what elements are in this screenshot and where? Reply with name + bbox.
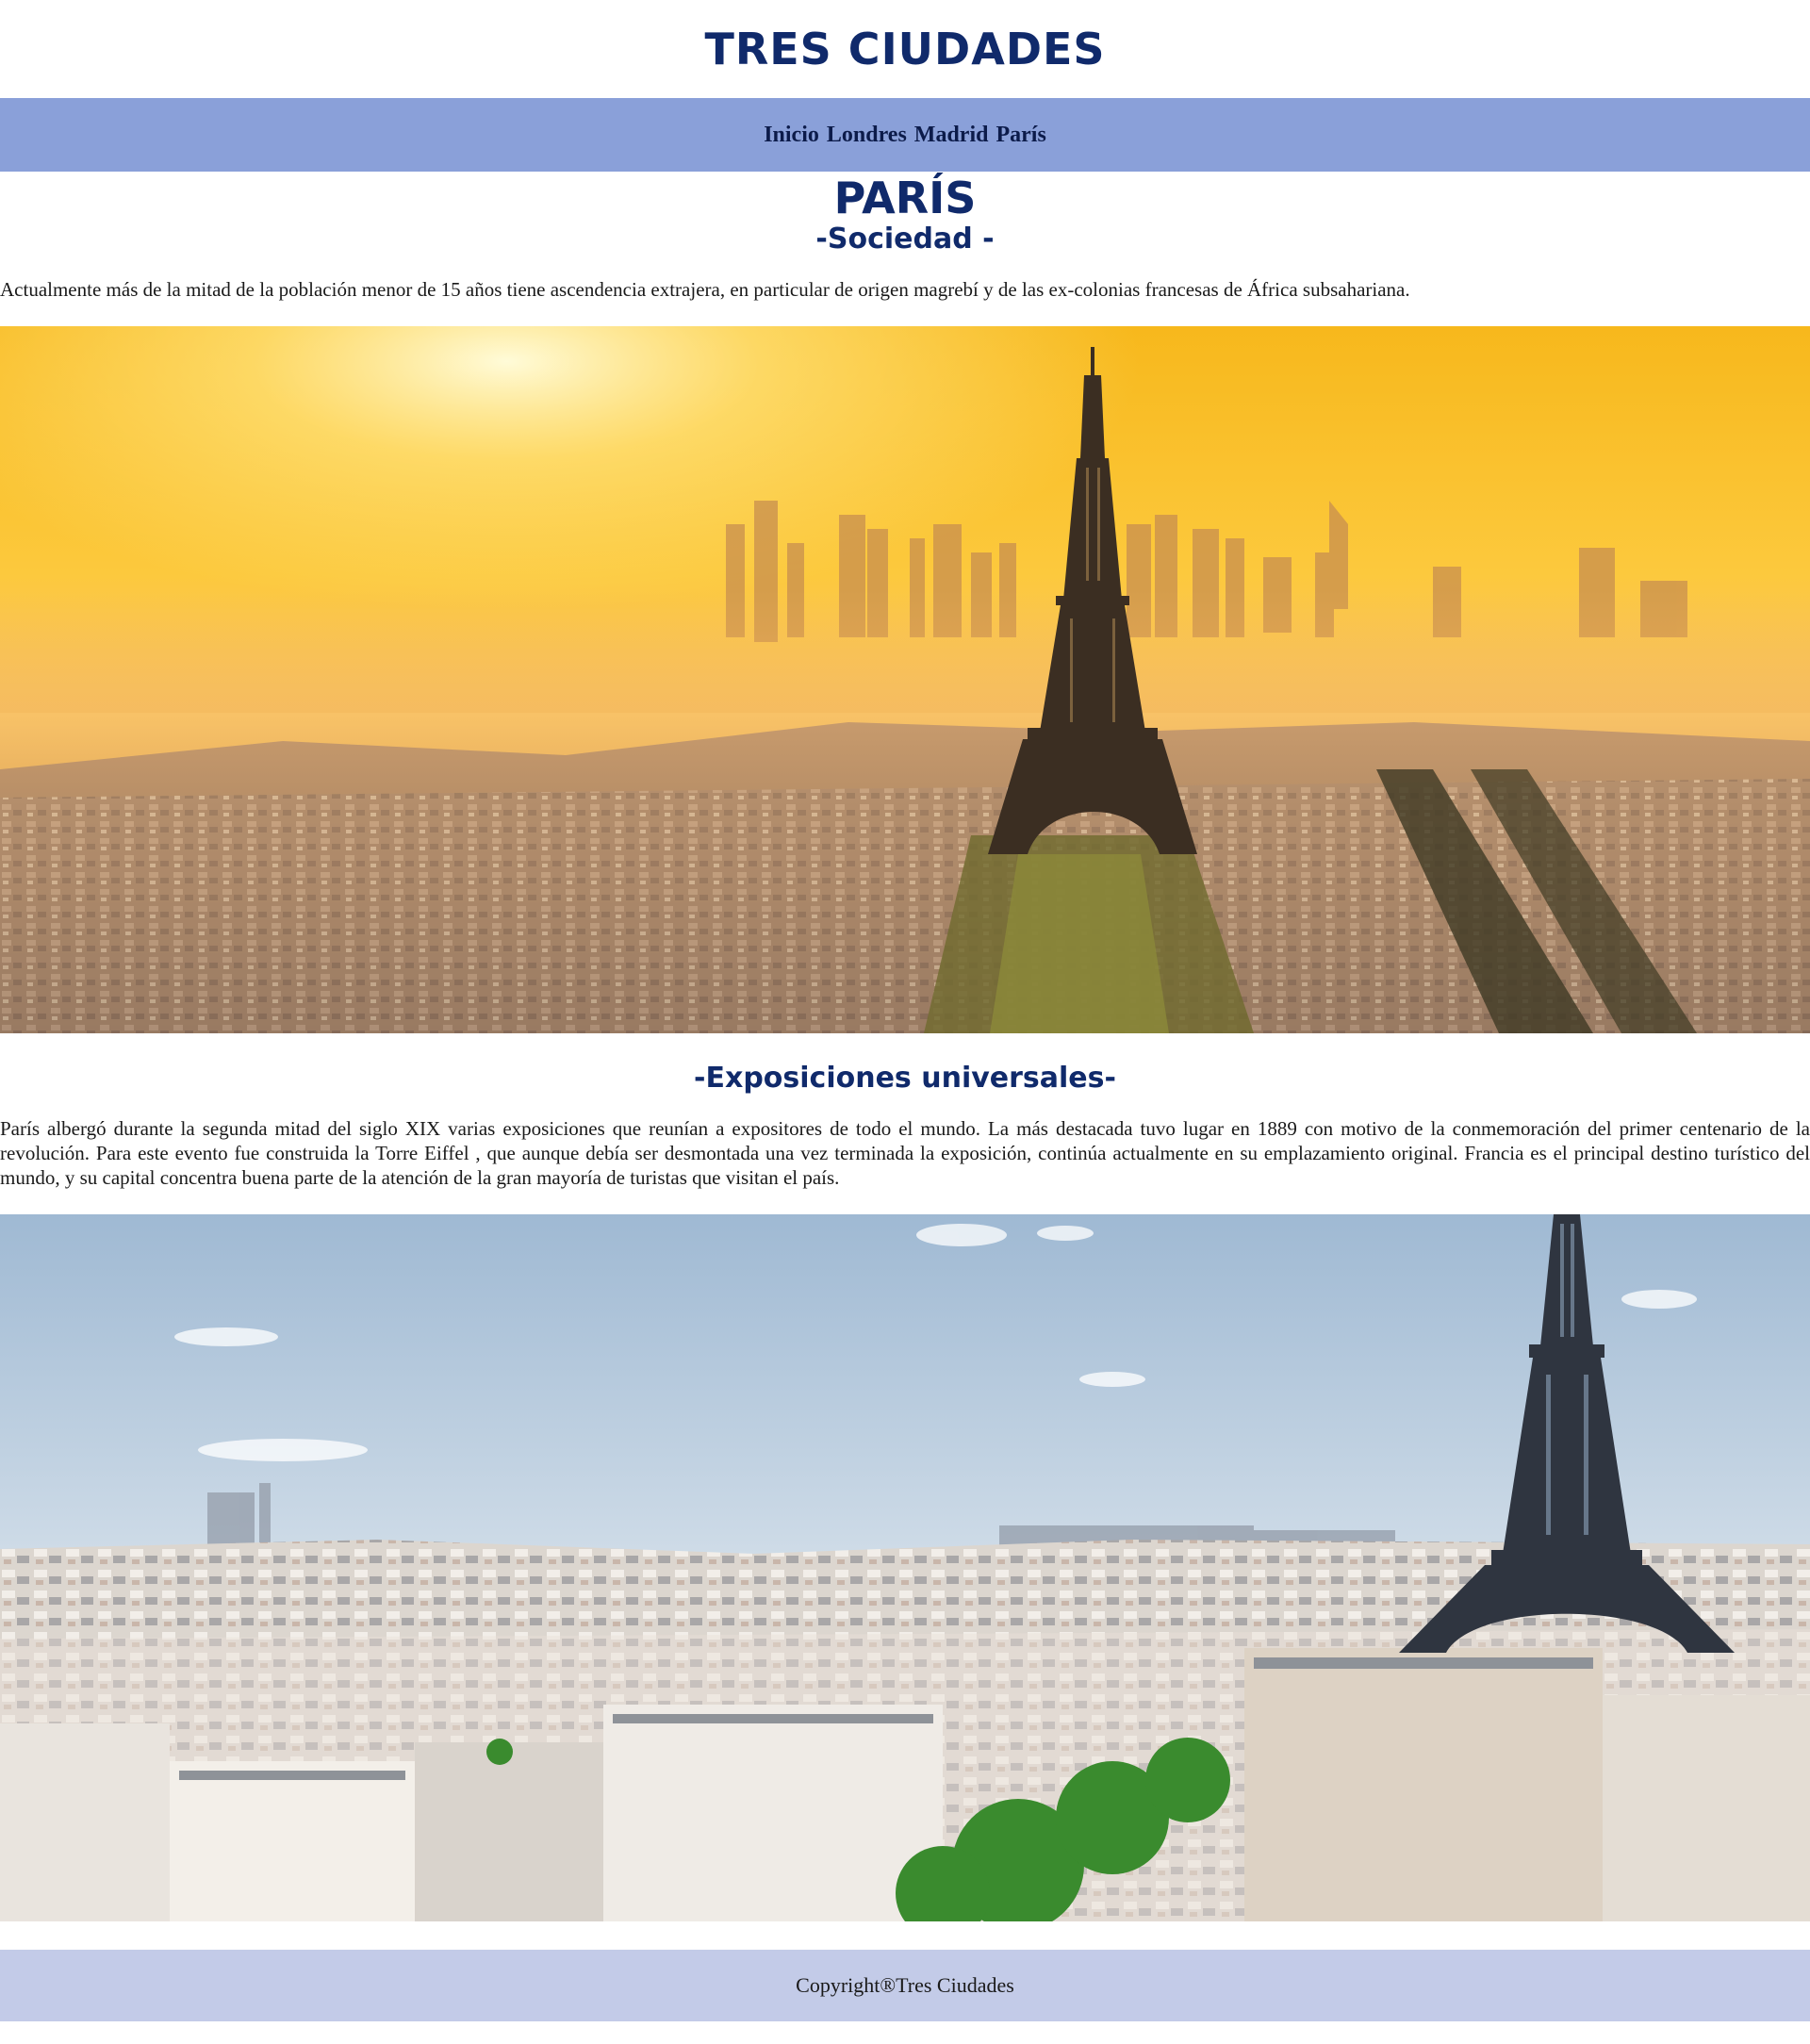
nav-link-inicio[interactable]: Inicio (764, 123, 819, 148)
section-title-exposiciones: -Exposiciones universales- (694, 1062, 1116, 1095)
section-text-exposiciones: París albergó durante la segunda mitad d… (0, 1117, 1810, 1189)
footer-copyright: Copyright®Tres Ciudades (796, 1973, 1014, 1997)
nav-link-madrid[interactable]: Madrid (914, 123, 989, 148)
section-text-sociedad: Actualmente más de la mitad de la poblac… (0, 278, 1410, 301)
main-nav: Inicio Londres Madrid París (0, 98, 1810, 172)
paris-panorama-photo (0, 1214, 1810, 1921)
nav-link-londres[interactable]: Londres (827, 123, 907, 148)
site-title: TRES CIUDADES (704, 24, 1106, 74)
paris-sunset-photo (0, 326, 1810, 1033)
city-title: PARÍS (833, 173, 977, 223)
footer: Copyright®Tres Ciudades (0, 1950, 1810, 2021)
section-title-sociedad: -Sociedad - (815, 223, 995, 256)
nav-link-paris[interactable]: París (996, 123, 1045, 148)
